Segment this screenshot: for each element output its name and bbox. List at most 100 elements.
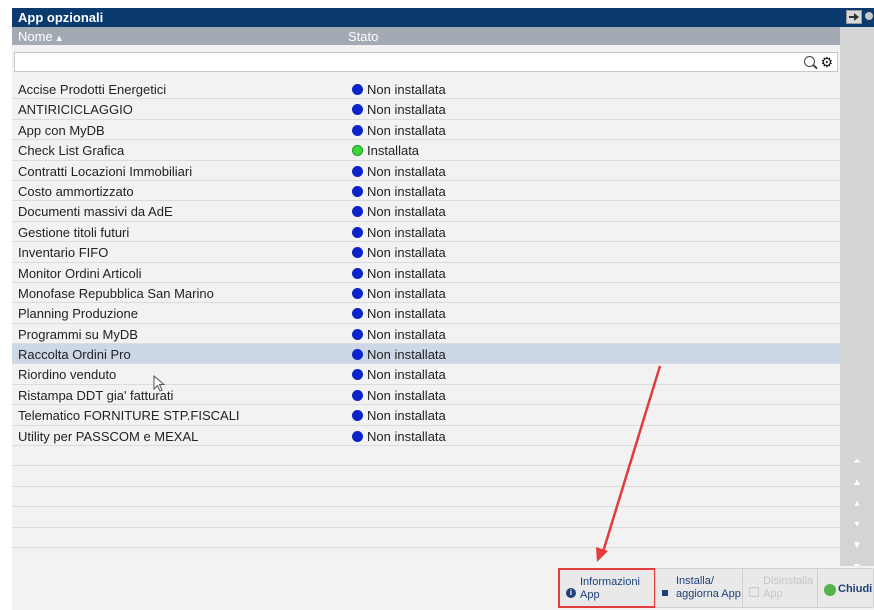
table-row[interactable]: Programmi su MyDB Non installata — [12, 323, 840, 345]
app-name: Accise Prodotti Energetici — [18, 82, 167, 97]
table-row[interactable]: App con MyDB Non installata — [12, 119, 840, 141]
app-status-label: Non installata — [367, 387, 446, 403]
scroll-page-up-icon[interactable]: ▲ — [850, 476, 864, 490]
app-name: Monitor Ordini Articoli — [18, 265, 142, 281]
app-opzionali-window: App opzionali Nome ▲ Stato ⚙ Accise Prodo… — [12, 8, 874, 610]
app-name: Documenti massivi da AdE — [18, 204, 173, 220]
table-row[interactable]: Monitor Ordini Articoli Non installata — [12, 262, 840, 283]
not-installed-status-icon — [352, 165, 363, 177]
app-status-label: Non installata — [367, 285, 446, 301]
app-name: Check List Grafica — [18, 143, 125, 159]
disinstalla-app-button[interactable]: Disinstalla App — [742, 568, 818, 608]
app-status-label: Non installata — [367, 265, 446, 281]
app-status-label: Non installata — [367, 428, 446, 444]
gear-icon[interactable]: ⚙ — [820, 54, 833, 70]
scroll-up-icon[interactable]: ▴ — [850, 497, 864, 511]
app-status: Non installata — [352, 164, 446, 179]
app-status-label: Non installata — [367, 306, 446, 322]
installed-status-icon — [352, 145, 363, 157]
app-name: Utility per PASSCOM e MEXAL — [18, 428, 199, 444]
app-status: Non installata — [352, 408, 446, 423]
app-status-label: Non installata — [367, 367, 446, 383]
app-status-label: Installata — [367, 143, 420, 159]
sort-ascending-icon: ▲ — [54, 33, 64, 43]
informazioni-app-button[interactable]: i Informazioni App — [558, 568, 656, 608]
install-icon — [662, 590, 668, 596]
not-installed-status-icon — [352, 84, 363, 95]
check-circle-icon — [824, 584, 836, 596]
app-status: Non installata — [352, 82, 446, 97]
table-row[interactable]: Raccolta Ordini Pro Non installata — [12, 344, 840, 365]
search-icon[interactable] — [804, 56, 815, 67]
scrollbar[interactable]: ⏶ ▲ ▴ ▾ ▼ ⏷ — [840, 27, 874, 610]
chiudi-label: Chiudi — [838, 583, 873, 595]
app-name: Ristampa DDT gia' fatturati — [18, 387, 174, 403]
scroll-down-icon[interactable]: ▾ — [850, 518, 864, 532]
chiudi-button[interactable]: Chiudi — [817, 568, 874, 608]
empty-row — [12, 466, 840, 487]
scroll-top-icon[interactable]: ⏶ — [850, 455, 864, 469]
table-row[interactable]: Check List Grafica Installata — [12, 140, 840, 161]
app-name: Gestione titoli futuri — [18, 224, 130, 240]
app-name: Programmi su MyDB — [18, 326, 138, 342]
app-status-label: Non installata — [367, 122, 446, 138]
table-row[interactable]: Costo ammortizzato Non installata — [12, 180, 840, 202]
app-status: Non installata — [352, 204, 446, 219]
search-input[interactable]: ⚙ — [14, 52, 838, 72]
not-installed-status-icon — [352, 410, 363, 422]
app-status-label: Non installata — [367, 408, 446, 424]
filter-row: ⚙ — [12, 45, 840, 79]
window-state-dot-icon[interactable] — [865, 12, 873, 20]
app-name: Inventario FIFO — [18, 245, 109, 261]
app-status: Non installata — [352, 327, 446, 342]
footer-toolbar: i Informazioni App Installa/ aggiorna Ap… — [12, 566, 874, 610]
app-status-label: Non installata — [367, 183, 446, 199]
not-installed-status-icon — [352, 287, 363, 299]
table-row[interactable]: Telematico FORNITURE STP.FISCALI Non inst… — [12, 405, 840, 426]
app-status-label: Non installata — [367, 102, 446, 118]
column-header-stato[interactable]: Stato — [348, 29, 378, 44]
disinstalla-app-label: Disinstalla App — [763, 575, 814, 600]
app-status: Non installata — [352, 347, 446, 362]
scroll-page-down-icon[interactable]: ▼ — [850, 539, 864, 553]
not-installed-status-icon — [352, 206, 363, 218]
not-installed-status-icon — [352, 328, 363, 340]
app-status-label: Non installata — [367, 82, 446, 97]
table-row[interactable]: Planning Produzione Non installata — [12, 303, 840, 324]
empty-row — [12, 507, 840, 528]
table-row[interactable]: Monofase Repubblica San Marino Non instal… — [12, 282, 840, 304]
app-status: Non installata — [352, 429, 446, 444]
app-status: Non installata — [352, 245, 446, 260]
table-row[interactable]: Ristampa DDT gia' fatturati Non installat… — [12, 384, 840, 406]
app-status-label: Non installata — [367, 245, 446, 261]
not-installed-status-icon — [352, 349, 363, 361]
pin-icon[interactable] — [846, 10, 862, 24]
not-installed-status-icon — [352, 389, 363, 401]
app-status: Non installata — [352, 184, 446, 199]
installa-aggiorna-app-label: Installa/ aggiorna App — [676, 575, 741, 600]
app-name: Contratti Locazioni Immobiliari — [18, 163, 193, 179]
column-header-nome-label: Nome — [18, 29, 53, 44]
table-row[interactable]: Accise Prodotti Energetici Non installata — [12, 79, 840, 100]
installa-aggiorna-app-button[interactable]: Installa/ aggiorna App — [655, 568, 743, 608]
column-header-nome[interactable]: Nome ▲ — [18, 29, 64, 44]
window-title: App opzionali — [18, 10, 104, 25]
app-status: Non installata — [352, 225, 446, 240]
app-status-label: Non installata — [367, 204, 446, 220]
not-installed-status-icon — [352, 104, 363, 116]
table-row[interactable]: Gestione titoli futuri Non installata — [12, 221, 840, 243]
app-status-label: Non installata — [367, 163, 446, 179]
empty-row — [12, 487, 840, 508]
mouse-cursor-icon — [153, 375, 166, 392]
info-icon: i — [566, 588, 576, 598]
table-header: Nome ▲ Stato — [12, 27, 840, 45]
table-row[interactable]: Riordino venduto Non installata — [12, 364, 840, 385]
app-status: Non installata — [352, 286, 446, 301]
trash-icon — [749, 587, 759, 597]
table-row[interactable]: Documenti massivi da AdE Non installata — [12, 201, 840, 222]
table-row[interactable]: Contratti Locazioni Immobiliari Non insta… — [12, 160, 840, 181]
not-installed-status-icon — [352, 267, 363, 279]
table-row[interactable]: ANTIRICICLAGGIO Non installata — [12, 99, 840, 120]
table-row[interactable]: Utility per PASSCOM e MEXAL Non installat… — [12, 425, 840, 447]
table-row[interactable]: Inventario FIFO Non installata — [12, 242, 840, 263]
